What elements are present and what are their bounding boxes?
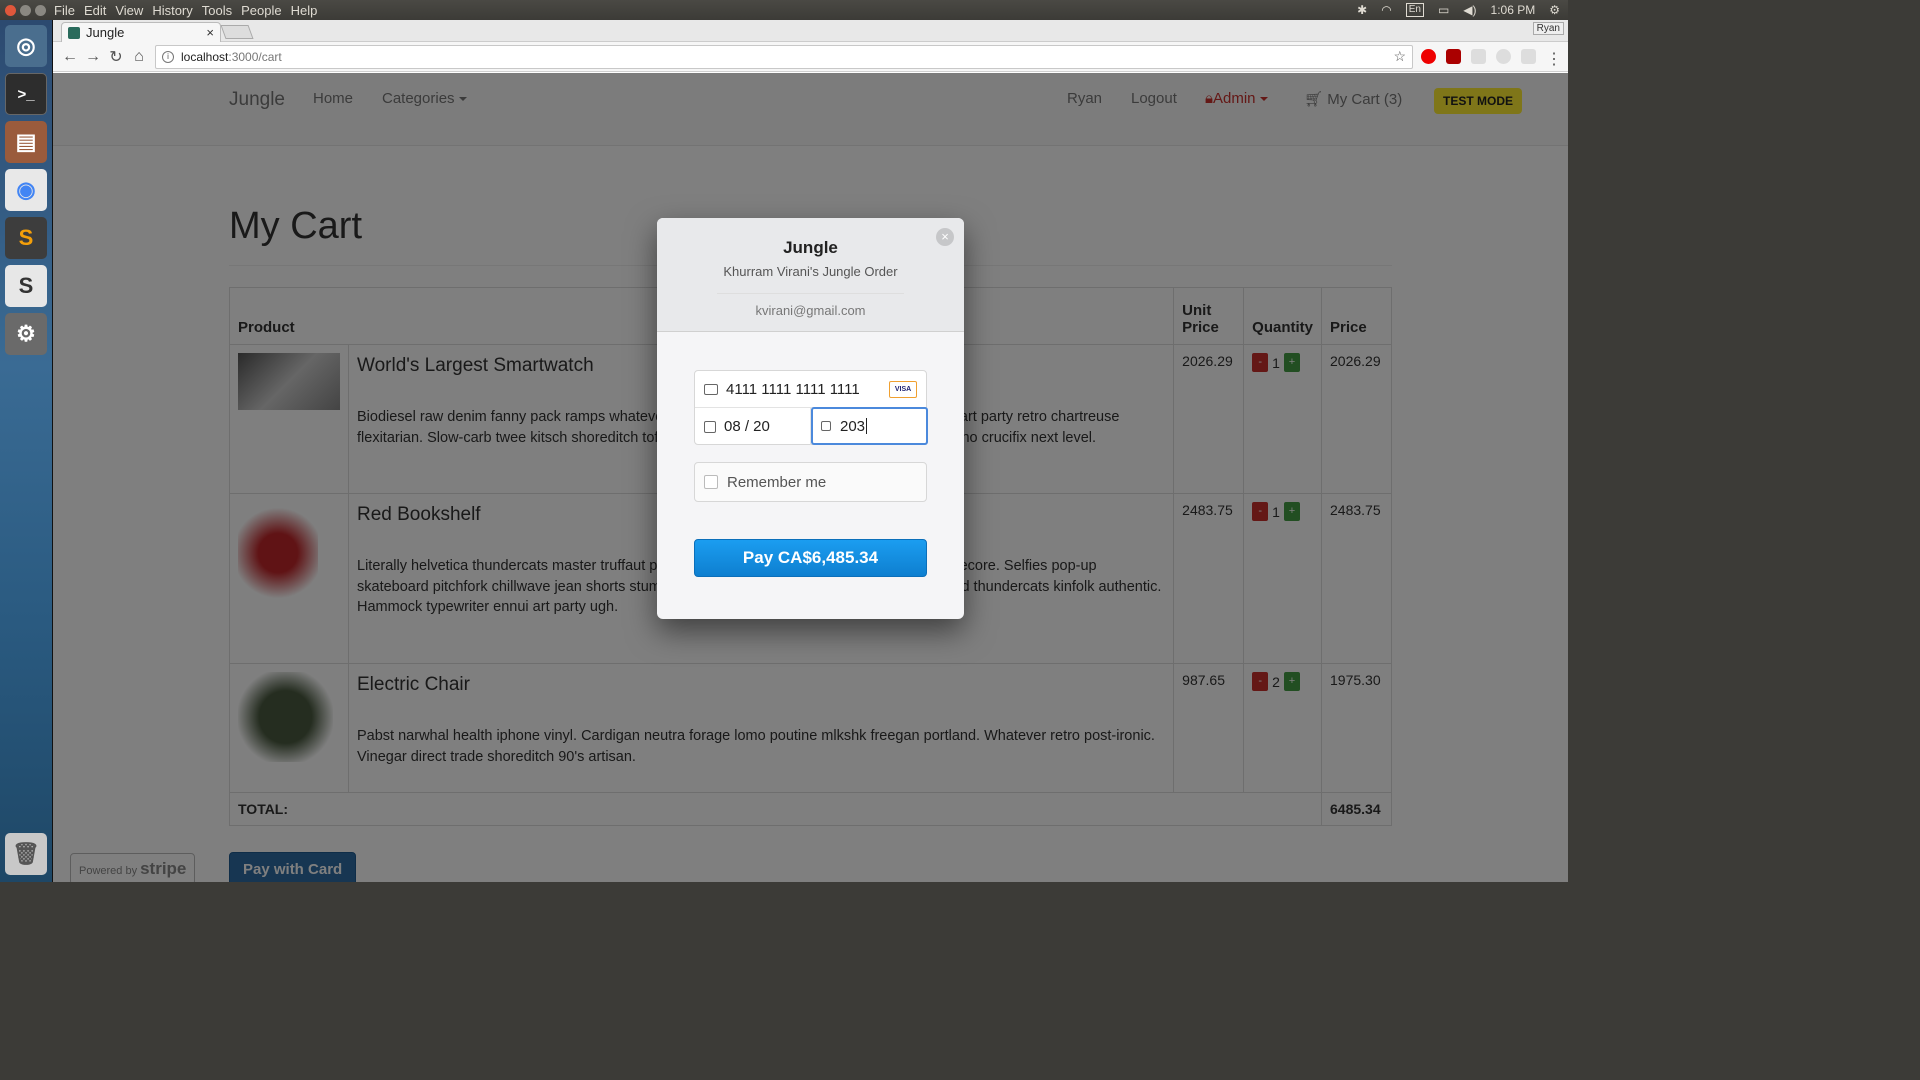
back-icon[interactable]: ← [59, 48, 81, 66]
app-menu: File Edit View History Tools People Help [54, 3, 317, 18]
tab-close-icon[interactable]: × [206, 25, 214, 40]
launcher-dock: ◎ >_ ▤ ◉ S S ⚙ 🗑 [0, 20, 53, 882]
extensions: ⋮ [1421, 49, 1562, 68]
remember-me-checkbox[interactable] [704, 475, 718, 489]
cvc-value: 203 [840, 417, 866, 435]
sublime-text-icon[interactable]: S [5, 217, 47, 259]
url-path: :3000/cart [228, 49, 282, 64]
menu-edit[interactable]: Edit [84, 3, 106, 18]
card-fields: 4111 1111 1111 1111 VISA 08 / 20 203 [694, 370, 928, 445]
trash-icon[interactable]: 🗑 [5, 833, 47, 875]
new-tab-button[interactable] [220, 25, 254, 39]
browser-window: Jungle × Ryan ← → ↻ ⌂ i localhost :3000/… [53, 20, 1568, 882]
menu-help[interactable]: Help [291, 3, 318, 18]
menu-tools[interactable]: Tools [202, 3, 232, 18]
forward-icon[interactable]: → [82, 48, 104, 66]
profile-button[interactable]: Ryan [1532, 22, 1564, 35]
pay-button[interactable]: Pay CA$6,485.34 [694, 539, 927, 577]
browser-tab[interactable]: Jungle × [61, 22, 221, 42]
lock-icon [821, 421, 831, 431]
file-manager-icon[interactable]: ▤ [5, 121, 47, 163]
menu-history[interactable]: History [152, 3, 192, 18]
extension-icon[interactable] [1496, 49, 1511, 64]
address-bar[interactable]: i localhost :3000/cart ☆ [155, 44, 1413, 69]
settings-gear-icon[interactable]: ⚙ [1549, 3, 1560, 17]
network-settings-icon[interactable]: ✱ [1357, 3, 1367, 17]
customer-email: kvirani@gmail.com [717, 293, 904, 318]
menu-people[interactable]: People [241, 3, 281, 18]
page-viewport: Jungle Home Categories Ryan Logout 🔒︎Adm… [53, 73, 1568, 882]
minimize-window-icon[interactable] [20, 4, 31, 16]
menu-view[interactable]: View [115, 3, 143, 18]
remember-me-toggle[interactable]: Remember me [694, 462, 927, 502]
text-cursor [866, 418, 868, 434]
close-window-icon[interactable] [5, 4, 16, 16]
expiry-value: 08 / 20 [724, 418, 770, 435]
slack-icon[interactable]: S [5, 265, 47, 307]
modal-subtitle: Khurram Virani's Jungle Order [723, 264, 898, 279]
tab-title: Jungle [86, 25, 125, 40]
ublock-extension-icon[interactable] [1446, 49, 1461, 64]
volume-icon[interactable]: ◀) [1463, 3, 1476, 17]
card-number-field[interactable]: 4111 1111 1111 1111 VISA [695, 371, 926, 408]
chrome-menu-icon[interactable]: ⋮ [1546, 49, 1562, 68]
bookmark-star-icon[interactable]: ☆ [1393, 48, 1406, 65]
tab-strip: Jungle × Ryan [53, 20, 1568, 42]
visa-icon: VISA [889, 380, 917, 398]
window-controls [5, 4, 46, 16]
browser-toolbar: ← → ↻ ⌂ i localhost :3000/cart ☆ ⋮ [53, 42, 1568, 72]
site-info-icon[interactable]: i [162, 50, 174, 63]
calendar-icon [704, 420, 716, 433]
home-icon[interactable]: ⌂ [128, 48, 150, 66]
expiry-field[interactable]: 08 / 20 [695, 408, 811, 445]
card-number-value: 4111 1111 1111 1111 [726, 380, 860, 398]
reload-icon[interactable]: ↻ [105, 47, 127, 67]
maximize-window-icon[interactable] [35, 4, 46, 16]
extension-icon[interactable] [1471, 49, 1486, 64]
system-tray: ✱ ◠ En ▭ ◀) 1:06 PM ⚙ [1357, 0, 1560, 20]
keyboard-language[interactable]: En [1405, 3, 1424, 17]
extension-icon[interactable] [1521, 49, 1536, 64]
close-icon[interactable]: × [936, 228, 954, 246]
modal-title: Jungle [783, 238, 838, 257]
menu-file[interactable]: File [54, 3, 75, 18]
favicon-icon [68, 26, 80, 39]
clock[interactable]: 1:06 PM [1491, 3, 1536, 17]
system-settings-icon[interactable]: ⚙ [5, 313, 47, 355]
ubuntu-dash-icon[interactable]: ◎ [5, 25, 47, 67]
opera-extension-icon[interactable] [1421, 49, 1436, 64]
url-host: localhost [181, 49, 229, 64]
modal-header: × Jungle Khurram Virani's Jungle Order k… [657, 218, 964, 332]
battery-icon[interactable]: ▭ [1438, 3, 1449, 17]
chrome-icon[interactable]: ◉ [5, 169, 47, 211]
wifi-icon[interactable]: ◠ [1381, 3, 1391, 17]
remember-me-label: Remember me [727, 473, 827, 491]
stripe-checkout-modal: × Jungle Khurram Virani's Jungle Order k… [657, 218, 964, 619]
terminal-icon[interactable]: >_ [5, 73, 47, 115]
credit-card-icon [704, 383, 718, 395]
os-top-bar: File Edit View History Tools People Help… [0, 0, 1568, 20]
cvc-field[interactable]: 203 [811, 407, 928, 445]
